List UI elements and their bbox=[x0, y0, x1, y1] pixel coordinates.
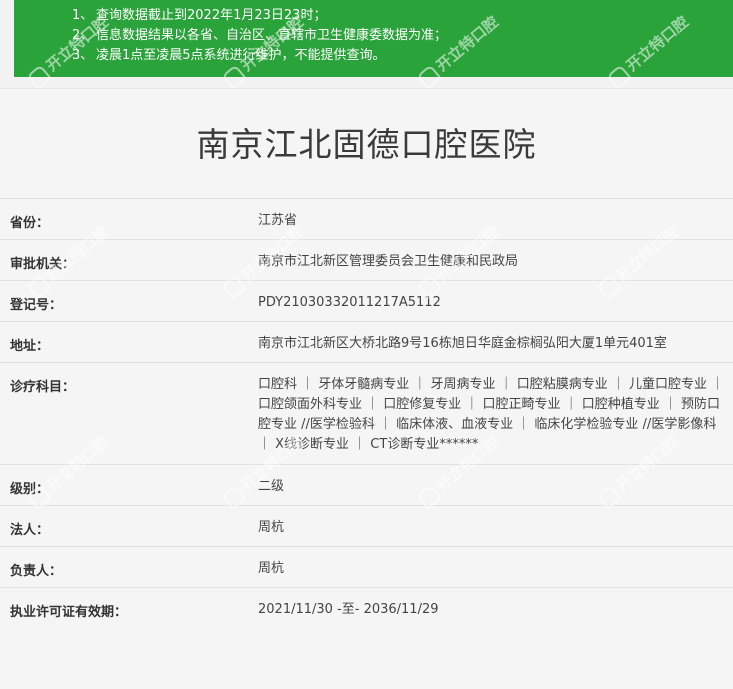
field-row-departments: 诊疗科目： 口腔科 ｜ 牙体牙髓病专业 ｜ 牙周病专业 ｜ 口腔粘膜病专业 ｜ … bbox=[0, 362, 733, 465]
field-label: 法人： bbox=[10, 523, 50, 538]
notice-line-text: 信息数据结果以各省、自治区、直辖市卫生健康委数据为准； bbox=[96, 28, 448, 43]
field-value: 南京市江北新区大桥北路9号16栋旭日华庭金棕榈弘阳大厦1单元401室 bbox=[258, 336, 667, 351]
field-row-principal: 负责人： 周杭 bbox=[0, 546, 733, 588]
field-value: 江苏省 bbox=[258, 213, 298, 228]
field-row-license-validity: 执业许可证有效期： 2021/11/30 -至- 2036/11/29 bbox=[0, 587, 733, 620]
field-row-province: 省份： 江苏省 bbox=[0, 198, 733, 239]
field-row-registration: 登记号： PDY21030332011217A5112 bbox=[0, 280, 733, 321]
field-row-legal-person: 法人： 周杭 bbox=[0, 505, 733, 547]
field-label: 审批机关： bbox=[10, 257, 76, 272]
field-label: 地址： bbox=[10, 339, 50, 354]
field-label: 级别： bbox=[10, 482, 50, 497]
notice-line-number: 3、 bbox=[72, 48, 94, 63]
hospital-name: 南京江北固德口腔医院 bbox=[196, 125, 537, 164]
field-label: 诊疗科目： bbox=[10, 380, 76, 395]
notice-line: 3、 凌晨1点至凌晨5点系统进行维护，不能提供查询。 bbox=[72, 46, 733, 66]
field-value: 2021/11/30 -至- 2036/11/29 bbox=[258, 602, 439, 617]
field-value: PDY21030332011217A5112 bbox=[258, 295, 441, 310]
notice-line-text: 凌晨1点至凌晨5点系统进行维护，不能提供查询。 bbox=[96, 48, 386, 63]
notice-line-number: 2、 bbox=[72, 28, 94, 43]
field-value: 口腔科 ｜ 牙体牙髓病专业 ｜ 牙周病专业 ｜ 口腔粘膜病专业 ｜ 儿童口腔专业… bbox=[258, 377, 725, 452]
field-value: 周杭 bbox=[258, 561, 285, 576]
field-row-authority: 审批机关： 南京市江北新区管理委员会卫生健康和民政局 bbox=[0, 239, 733, 280]
field-value: 二级 bbox=[258, 479, 285, 494]
notice-line-number: 1、 bbox=[72, 8, 94, 23]
field-label: 执业许可证有效期： bbox=[10, 605, 128, 620]
field-value: 南京市江北新区管理委员会卫生健康和民政局 bbox=[258, 254, 519, 269]
notice-line: 2、 信息数据结果以各省、自治区、直辖市卫生健康委数据为准； bbox=[72, 26, 733, 46]
notice-line: 1、 查询数据截止到2022年1月23日23时； bbox=[72, 6, 733, 26]
notice-line-text: 查询数据截止到2022年1月23日23时； bbox=[96, 8, 327, 23]
notice-banner: 1、 查询数据截止到2022年1月23日23时； 2、 信息数据结果以各省、自治区、… bbox=[14, 0, 733, 77]
field-value: 周杭 bbox=[258, 520, 285, 535]
field-row-level: 级别： 二级 bbox=[0, 464, 733, 506]
field-label: 省份： bbox=[10, 216, 50, 231]
field-label: 登记号： bbox=[10, 298, 63, 313]
field-row-address: 地址： 南京市江北新区大桥北路9号16栋旭日华庭金棕榈弘阳大厦1单元401室 bbox=[0, 321, 733, 362]
field-label: 负责人： bbox=[10, 564, 63, 579]
